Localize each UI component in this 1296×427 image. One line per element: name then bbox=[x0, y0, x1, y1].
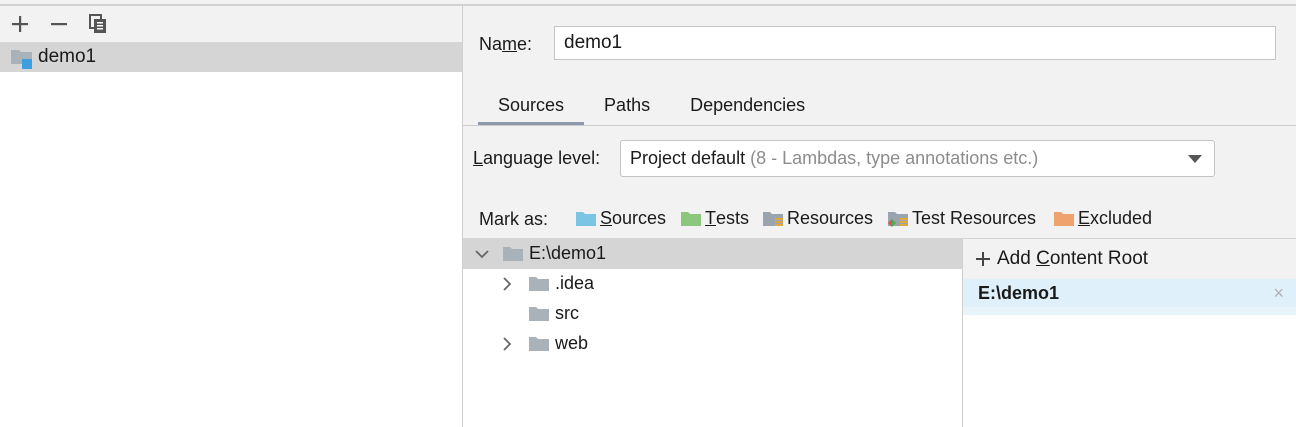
test-resources-folder-icon bbox=[887, 210, 909, 228]
language-level-label: Language level: bbox=[473, 148, 601, 168]
folder-icon bbox=[528, 275, 550, 293]
language-level-value: Project default bbox=[630, 148, 746, 168]
language-level-hint: (8 - Lambdas, type annotations etc.) bbox=[750, 148, 1039, 168]
resources-folder-icon bbox=[762, 210, 784, 228]
chevron-down-icon[interactable] bbox=[475, 247, 489, 261]
content-root-item[interactable]: E:\demo1 × bbox=[963, 279, 1296, 307]
tree-item-label: src bbox=[555, 303, 579, 323]
minus-icon bbox=[51, 23, 67, 26]
mark-excluded-button[interactable]: Excluded bbox=[1053, 208, 1152, 229]
modules-toolbar bbox=[0, 6, 462, 42]
name-label: Name: bbox=[479, 34, 533, 54]
folder-icon bbox=[528, 305, 550, 323]
language-level-select[interactable]: Project default (8 - Lambdas, type annot… bbox=[620, 140, 1215, 177]
mark-as-label: Mark as: bbox=[479, 209, 549, 229]
module-settings-panel: Name: Sources Paths Dependencies Languag… bbox=[463, 6, 1296, 427]
copy-icon bbox=[89, 14, 106, 33]
mark-resources-button[interactable]: Resources bbox=[762, 208, 873, 229]
chevron-right-icon[interactable] bbox=[500, 337, 514, 351]
remove-module-button[interactable] bbox=[45, 10, 73, 38]
sources-folder-icon bbox=[575, 210, 597, 228]
tree-item-root[interactable]: E:\demo1 bbox=[463, 239, 962, 269]
content-root-tree: E:\demo1 .idea src web bbox=[463, 239, 962, 427]
plus-icon bbox=[12, 16, 28, 32]
chevron-right-icon[interactable] bbox=[500, 277, 514, 291]
mark-tests-button[interactable]: Tests bbox=[680, 208, 749, 229]
close-icon[interactable]: × bbox=[1273, 284, 1284, 302]
folder-icon bbox=[528, 335, 550, 353]
module-item-demo1[interactable]: demo1 bbox=[0, 42, 462, 72]
tree-item-label: E:\demo1 bbox=[529, 243, 607, 263]
mark-test-resources-button[interactable]: Test Resources bbox=[887, 208, 1036, 229]
tree-item-idea[interactable]: .idea bbox=[463, 269, 962, 299]
name-input[interactable] bbox=[554, 26, 1276, 60]
content-roots-panel: Add Content Root E:\demo1 × bbox=[963, 239, 1296, 427]
settings-tabs: Sources Paths Dependencies bbox=[478, 90, 825, 126]
tabs-divider bbox=[463, 125, 1296, 126]
tree-item-label: web bbox=[555, 333, 589, 353]
tests-folder-icon bbox=[680, 210, 702, 228]
folder-icon bbox=[502, 245, 524, 263]
module-label: demo1 bbox=[38, 46, 97, 67]
tab-sources[interactable]: Sources bbox=[478, 90, 585, 126]
module-folder-icon bbox=[10, 47, 34, 69]
mark-sources-button[interactable]: Sources bbox=[575, 208, 666, 229]
tree-item-label: .idea bbox=[555, 273, 595, 293]
content-root-path: E:\demo1 bbox=[978, 282, 1060, 303]
tab-dependencies[interactable]: Dependencies bbox=[670, 90, 825, 126]
content-root-folders-strip bbox=[963, 307, 1296, 315]
modules-panel: demo1 bbox=[0, 6, 462, 427]
tree-item-src[interactable]: src bbox=[463, 299, 962, 329]
add-content-root-button[interactable]: Add Content Root bbox=[963, 239, 1296, 279]
tree-item-web[interactable]: web bbox=[463, 329, 962, 359]
tab-paths[interactable]: Paths bbox=[584, 90, 670, 126]
copy-module-button[interactable] bbox=[84, 10, 112, 38]
chevron-down-icon bbox=[1188, 155, 1202, 163]
plus-icon bbox=[976, 252, 990, 266]
excluded-folder-icon bbox=[1053, 210, 1075, 228]
add-module-button[interactable] bbox=[6, 10, 34, 38]
